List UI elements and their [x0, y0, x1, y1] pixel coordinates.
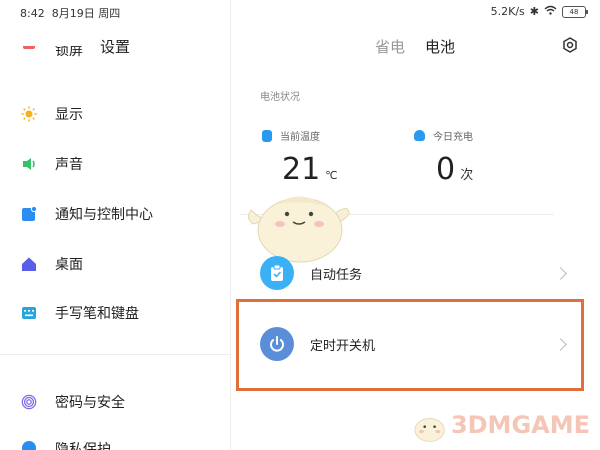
status-time: 8:42 [20, 7, 45, 20]
charge-plug-icon [414, 130, 425, 141]
charge-label: 今日充电 [414, 128, 473, 143]
tab-battery[interactable]: 电池 [425, 36, 455, 57]
temperature-label: 当前温度 [262, 128, 320, 143]
lock-screen-icon [21, 46, 37, 59]
sidebar-item-label: 手写笔和键盘 [55, 306, 139, 322]
sidebar-item-label: 隐私保护 [55, 442, 111, 450]
temperature-value-group: 21 ℃ [282, 152, 338, 187]
watermark-text: 3DMGAME [450, 411, 590, 439]
sidebar-item-label: 锁屏 [55, 46, 83, 59]
sidebar-item-notifications[interactable]: 通知与控制中心 [0, 194, 230, 234]
battery-icon: 48 [562, 5, 588, 18]
sidebar-item-desktop[interactable]: 桌面 [0, 244, 230, 284]
status-time-date: 8:42 8月19日 周四 [20, 5, 120, 21]
sidebar-item-password-security[interactable]: 密码与安全 [0, 382, 230, 422]
sidebar-item-display[interactable]: 显示 [0, 94, 230, 134]
wifi-icon [544, 5, 557, 18]
sidebar-item-stylus-keyboard[interactable]: 手写笔和键盘 [0, 293, 230, 333]
notification-icon [21, 206, 37, 222]
temperature-unit: ℃ [325, 169, 338, 182]
status-date: 8月19日 周四 [51, 7, 121, 20]
sidebar-item-label: 声音 [55, 157, 83, 173]
speaker-icon [21, 156, 37, 172]
charge-label-text: 今日充电 [433, 132, 473, 143]
charge-value: 0 [436, 152, 456, 187]
keyboard-icon [21, 305, 37, 321]
sidebar-item-label: 通知与控制中心 [55, 207, 153, 223]
watermark-mascot-image [414, 418, 445, 442]
bluetooth-icon: ✱ [529, 5, 539, 18]
temperature-value: 21 [282, 152, 321, 187]
privacy-icon [21, 440, 37, 450]
temperature-label-text: 当前温度 [280, 132, 320, 143]
gear-icon[interactable] [562, 37, 578, 53]
watermark: 3DMGAME [410, 400, 590, 450]
fingerprint-icon [21, 394, 37, 410]
chevron-right-icon [554, 266, 567, 280]
row-label: 自动任务 [310, 267, 363, 283]
sidebar-item-privacy[interactable]: 隐私保护 [0, 432, 230, 450]
highlight-box [236, 299, 584, 391]
sun-icon [21, 106, 37, 122]
charge-value-group: 0 次 [436, 152, 473, 187]
panel-divider [230, 0, 231, 450]
home-icon [21, 256, 37, 272]
sidebar-item-label: 显示 [55, 107, 83, 123]
section-divider [0, 354, 230, 355]
thermometer-icon [262, 129, 272, 142]
sidebar-item-sound[interactable]: 声音 [0, 144, 230, 184]
sidebar-item-label: 密码与安全 [55, 395, 125, 411]
tab-power-saving[interactable]: 省电 [375, 36, 405, 57]
row-auto-tasks[interactable]: 自动任务 [240, 243, 585, 303]
clipboard-check-icon [260, 256, 294, 290]
sidebar-item-label: 桌面 [55, 257, 83, 273]
charge-unit: 次 [460, 168, 474, 183]
battery-status-label: 电池状况 [260, 92, 300, 103]
status-icons: 5.2K/s ✱ 48 [490, 5, 588, 18]
sidebar-item-lockscreen[interactable]: 锁屏 [0, 46, 230, 74]
net-speed: 5.2K/s [490, 5, 525, 18]
